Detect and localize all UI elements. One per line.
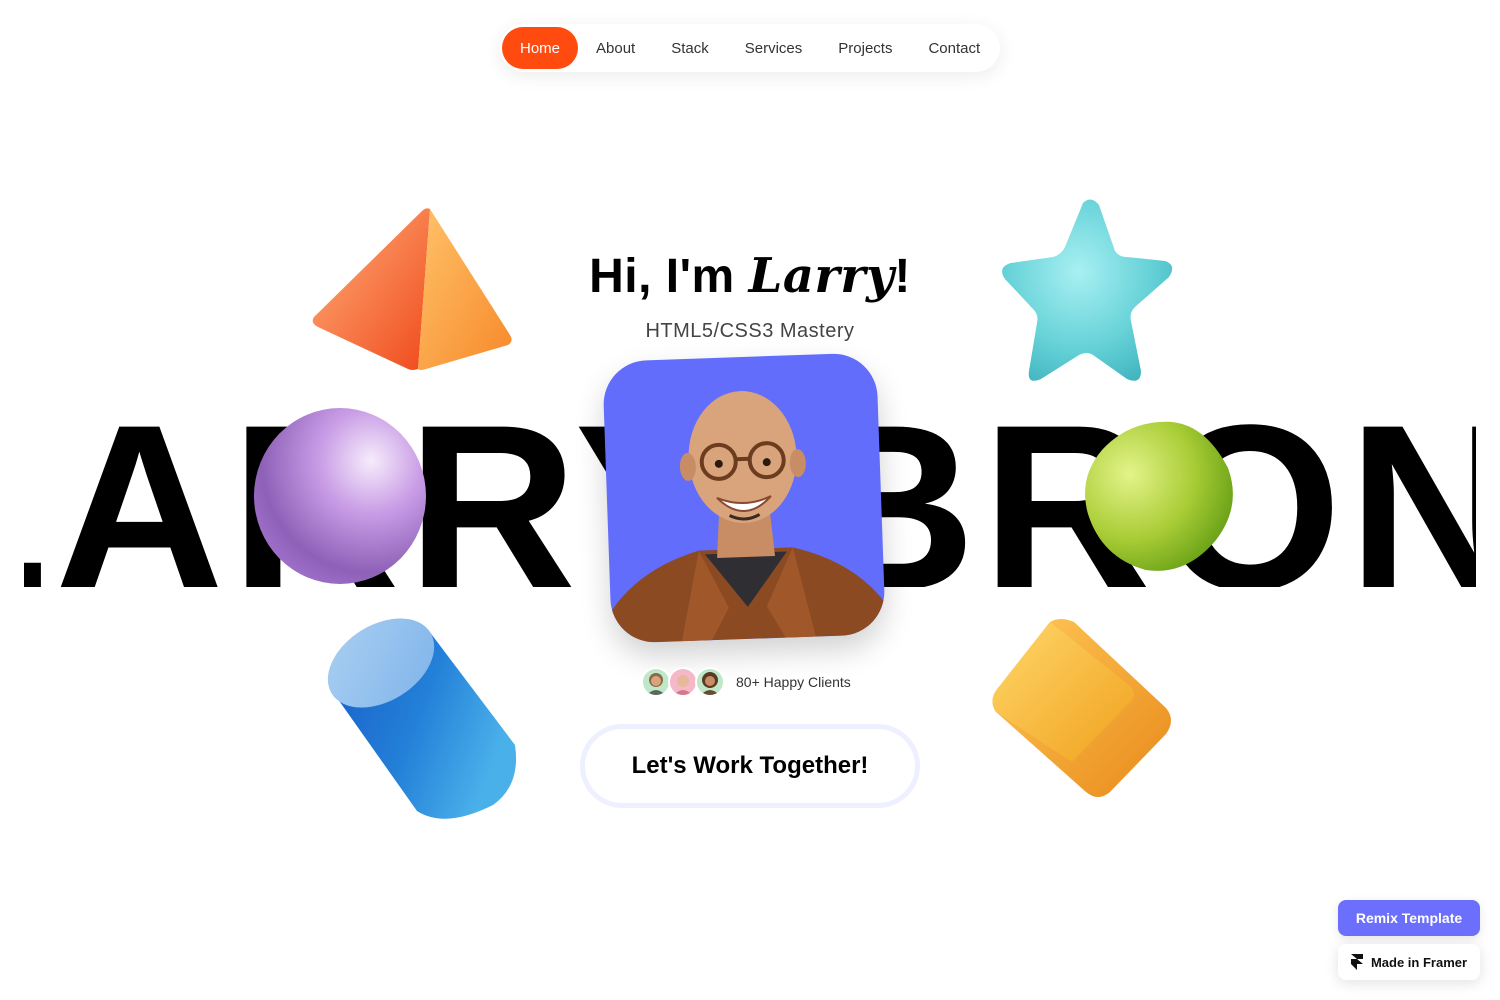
lets-work-together-button[interactable]: Let's Work Together! bbox=[585, 729, 915, 803]
portrait-illustration bbox=[610, 391, 886, 644]
rounded-cube-shape bbox=[1085, 421, 1233, 571]
framer-logo-icon bbox=[1350, 954, 1363, 970]
nav-item-stack[interactable]: Stack bbox=[653, 27, 727, 69]
cta-button-frame: Let's Work Together! bbox=[580, 724, 920, 808]
nav-item-projects[interactable]: Projects bbox=[820, 27, 910, 69]
client-avatar-1 bbox=[641, 667, 671, 697]
client-avatar-stack bbox=[641, 667, 725, 697]
happy-clients: 80+ Happy Clients bbox=[641, 666, 851, 698]
client-avatar-2 bbox=[668, 667, 698, 697]
star-shape bbox=[1002, 199, 1173, 381]
made-in-framer-label: Made in Framer bbox=[1370, 954, 1468, 970]
hero-subtitle: HTML5/CSS3 Mastery bbox=[645, 320, 855, 342]
sphere-shape bbox=[254, 408, 426, 584]
greeting-text: Hi, I'm bbox=[589, 250, 749, 303]
client-avatar-3 bbox=[695, 667, 725, 697]
nav-item-about[interactable]: About bbox=[578, 27, 653, 69]
happy-clients-label: 80+ Happy Clients bbox=[736, 674, 851, 690]
hero-name: Larry bbox=[748, 248, 895, 304]
cube-shape bbox=[992, 619, 1171, 797]
greeting-exclaim: ! bbox=[894, 250, 911, 303]
remix-template-button[interactable]: Remix Template bbox=[1338, 900, 1480, 936]
pyramid-shape bbox=[312, 208, 512, 370]
nav-item-services[interactable]: Services bbox=[727, 27, 821, 69]
cylinder-shape bbox=[327, 618, 517, 819]
made-in-framer-badge[interactable]: Made in Framer bbox=[1338, 944, 1480, 980]
nav-item-home[interactable]: Home bbox=[502, 27, 579, 69]
hero-headline: Hi, I'm Larry! bbox=[0, 248, 1500, 304]
nav-item-contact[interactable]: Contact bbox=[910, 27, 998, 69]
top-nav: Home About Stack Services Projects Conta… bbox=[500, 24, 1000, 72]
profile-portrait bbox=[602, 352, 886, 644]
